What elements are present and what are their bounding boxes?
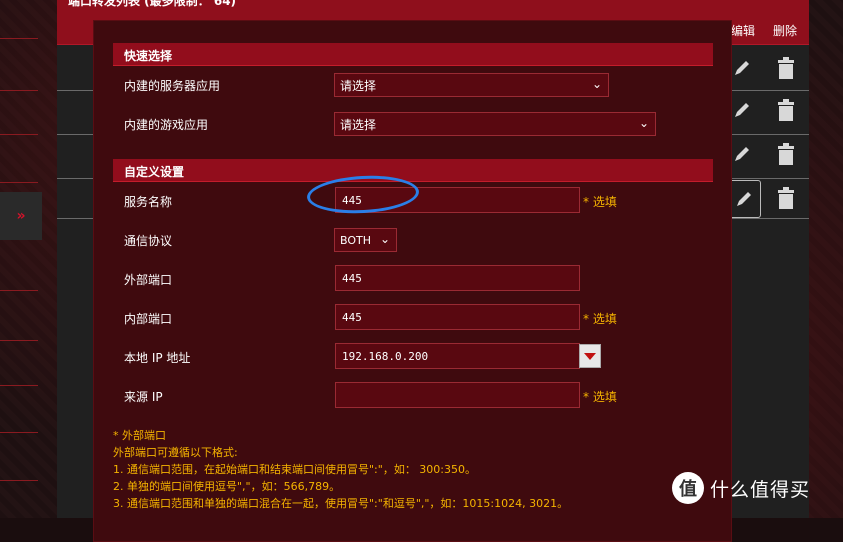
pencil-icon xyxy=(735,61,749,75)
internal-port-label: 内部端口 xyxy=(124,312,173,326)
quick-select-section-header: 快速选择 xyxy=(113,43,713,66)
trash-icon xyxy=(778,187,794,209)
optional-note: * 选填 xyxy=(583,195,617,209)
watermark-logo-icon: 值 xyxy=(672,472,704,504)
protocol-select-value: BOTH xyxy=(340,233,372,247)
delete-button[interactable] xyxy=(771,183,801,213)
game-app-select-value: 请选择 xyxy=(340,117,377,132)
server-app-select[interactable]: 请选择 ⌄ xyxy=(334,73,609,97)
note-line: 外部端口可遵循以下格式: xyxy=(113,446,238,459)
custom-settings-section-header: 自定义设置 xyxy=(113,159,713,182)
ip-dropdown-button[interactable] xyxy=(579,344,601,368)
pencil-icon xyxy=(737,192,751,206)
chevron-down-icon: ⌄ xyxy=(638,116,649,130)
port-forwarding-list-title: 端口转发列表 (最多限制： 64) xyxy=(68,0,237,8)
double-chevron-right-icon: » xyxy=(16,208,26,224)
source-ip-label: 来源 IP xyxy=(124,390,163,404)
sidebar-divider xyxy=(0,290,38,291)
port-forward-edit-dialog: 快速选择 内建的服务器应用 请选择 ⌄ 内建的游戏应用 请选择 ⌄ 自定义设置 … xyxy=(93,20,732,542)
pencil-icon xyxy=(735,103,749,117)
sidebar-divider xyxy=(0,432,38,433)
column-header-delete: 删除 xyxy=(773,24,798,38)
section-title: 自定义设置 xyxy=(124,165,185,179)
sidebar-divider xyxy=(0,134,38,135)
local-ip-input[interactable]: 192.168.0.200 xyxy=(335,343,580,369)
external-port-input[interactable]: 445 xyxy=(335,265,580,291)
optional-note: * 选填 xyxy=(583,390,617,404)
trash-icon xyxy=(778,57,794,79)
source-ip-input[interactable] xyxy=(335,382,580,408)
delete-button[interactable] xyxy=(771,53,801,83)
chevron-down-icon: ⌄ xyxy=(379,232,390,246)
internal-port-input[interactable]: 445 xyxy=(335,304,580,330)
trash-icon xyxy=(778,99,794,121)
sidebar-divider xyxy=(0,90,38,91)
delete-button[interactable] xyxy=(771,95,801,125)
protocol-select[interactable]: BOTH ⌄ xyxy=(334,228,397,252)
game-app-label: 内建的游戏应用 xyxy=(124,118,209,132)
watermark: 值 什么值得买 xyxy=(672,472,810,504)
server-app-select-value: 请选择 xyxy=(340,78,377,93)
trash-icon xyxy=(778,143,794,165)
edit-button-selected[interactable] xyxy=(727,180,761,218)
sidebar-divider xyxy=(0,480,38,481)
server-app-label: 内建的服务器应用 xyxy=(124,79,221,93)
note-line: * 外部端口 xyxy=(113,429,166,442)
sidebar-divider xyxy=(0,38,38,39)
service-name-label: 服务名称 xyxy=(124,195,173,209)
column-header-edit: 编辑 xyxy=(731,24,756,38)
optional-note: * 选填 xyxy=(583,312,617,326)
internal-port-value: 445 xyxy=(342,310,362,324)
local-ip-value: 192.168.0.200 xyxy=(342,349,429,363)
note-line: 1. 通信端口范围，在起始端口和结束端口间使用冒号":"，如： 300:350。 xyxy=(113,463,477,476)
game-app-select[interactable]: 请选择 ⌄ xyxy=(334,112,656,136)
section-title: 快速选择 xyxy=(124,49,173,63)
sidebar-divider xyxy=(0,385,38,386)
protocol-label: 通信协议 xyxy=(124,234,173,248)
sidebar-divider xyxy=(0,340,38,341)
sidebar-divider xyxy=(0,182,38,183)
watermark-text: 什么值得买 xyxy=(710,478,811,501)
external-port-value: 445 xyxy=(342,271,362,285)
sidebar-expand-tab[interactable]: » xyxy=(0,192,42,240)
port-format-notes: * 外部端口 外部端口可遵循以下格式: 1. 通信端口范围，在起始端口和结束端口… xyxy=(113,427,568,512)
delete-button[interactable] xyxy=(771,139,801,169)
pencil-icon xyxy=(735,147,749,161)
external-port-label: 外部端口 xyxy=(124,273,173,287)
note-line: 3. 通信端口范围和单独的端口混合在一起，使用冒号":"和逗号","，如：101… xyxy=(113,497,569,510)
chevron-down-icon: ⌄ xyxy=(591,77,602,91)
note-line: 2. 单独的端口间使用逗号","，如：566,789。 xyxy=(113,480,341,493)
local-ip-label: 本地 IP 地址 xyxy=(124,351,191,365)
